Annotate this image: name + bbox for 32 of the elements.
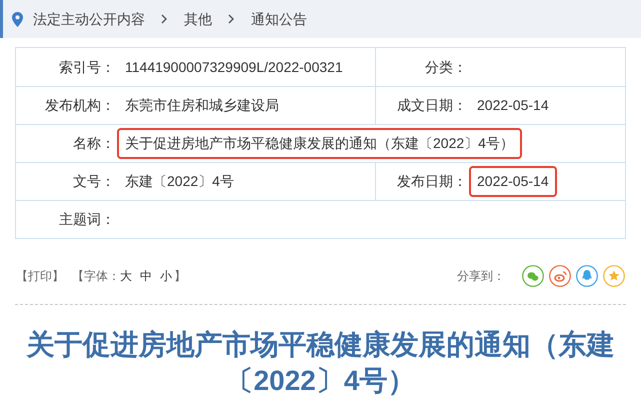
field-value: 东莞市住房和城乡建设局: [124, 96, 280, 115]
share-label: 分享到：: [457, 268, 505, 285]
field-label: 分类：: [425, 58, 467, 76]
favorite-share-icon[interactable]: [603, 265, 625, 287]
field-label: 文号：: [73, 172, 115, 191]
font-size-link[interactable]: 小: [160, 267, 172, 285]
font-size-link[interactable]: 中: [140, 267, 152, 285]
field-label: 成文日期：: [397, 96, 467, 115]
chevron-right-icon: [228, 14, 235, 24]
font-size-label: 【字体：: [72, 268, 120, 285]
print-link[interactable]: 【打印】: [16, 267, 64, 285]
font-size-link[interactable]: 大: [120, 267, 132, 285]
field-label: 发布日期：: [397, 172, 467, 191]
field-label: 发布机构：: [45, 96, 115, 115]
qq-share-icon[interactable]: [576, 265, 598, 287]
field-label: 名称：: [73, 134, 115, 153]
wechat-share-icon[interactable]: [522, 265, 544, 287]
field-value: 东建〔2022〕4号: [124, 172, 235, 191]
breadcrumb-link[interactable]: 其他: [184, 8, 212, 30]
field-value: 2022-05-14: [476, 96, 550, 115]
field-value: 11441900007329909L/2022-00321: [124, 58, 344, 76]
location-pin-icon: [12, 12, 23, 26]
chevron-right-icon: [161, 14, 168, 24]
weibo-share-icon[interactable]: [549, 265, 571, 287]
breadcrumb-link[interactable]: 通知公告: [251, 8, 307, 30]
field-label: 索引号：: [59, 58, 115, 76]
field-label: 主题词：: [59, 210, 115, 229]
font-size-bracket: 】: [174, 268, 186, 285]
field-value: 关于促进房地产市场平稳健康发展的通知（东建〔2022〕4号）: [117, 128, 522, 159]
field-value: 2022-05-14: [469, 166, 557, 197]
article-title: 关于促进房地产市场平稳健康发展的通知（东建〔2022〕4号）: [25, 328, 616, 398]
breadcrumb-link[interactable]: 法定主动公开内容: [33, 8, 145, 30]
